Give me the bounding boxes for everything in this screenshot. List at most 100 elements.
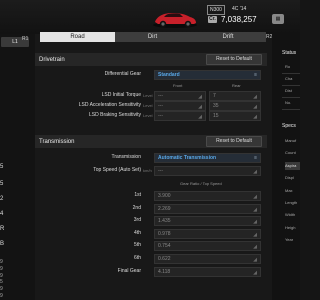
divider — [282, 85, 300, 86]
gear-ratio-slider[interactable]: 3.900 ◢ — [154, 191, 261, 201]
lsd-rear-slider[interactable]: 7 ◢ — [209, 91, 261, 101]
credits-balance: 7,038,257 — [221, 15, 257, 24]
top-speed-value: --- — [158, 168, 163, 174]
slider-icon: ◢ — [253, 94, 257, 100]
gear-ratio-slider[interactable]: 2.269 ◢ — [154, 203, 261, 214]
spec-item[interactable]: Width — [285, 211, 300, 219]
drivetrain-reset-button[interactable]: Reset to Default — [206, 54, 262, 65]
gear-ratio-slider-value: 2.269 — [158, 205, 171, 212]
spec-item[interactable]: Max — [285, 187, 300, 195]
transmission-value: Automatic Transmission — [158, 155, 217, 161]
lsd-front-slider[interactable]: --- ◢ — [154, 111, 206, 121]
spec-item[interactable]: Heigh — [285, 224, 300, 232]
left-value: 4 — [0, 211, 4, 217]
divider — [282, 97, 300, 98]
left-value: 5 — [0, 181, 4, 187]
left-value: 5 — [0, 164, 4, 170]
status-item[interactable]: No. — [285, 99, 300, 107]
slider-icon: ◢ — [253, 270, 257, 276]
differential-gear-select[interactable]: Standard ≡ — [154, 70, 261, 80]
gear-ratio-slider-value: 0.622 — [158, 255, 171, 262]
final-gear-value: 4.118 — [158, 269, 171, 275]
spec-item[interactable]: Manuf — [285, 137, 300, 145]
car-thumbnail — [150, 4, 200, 30]
transmission-label: Transmission — [111, 154, 141, 160]
gear-ratio-slider[interactable]: 0.622 ◢ — [154, 253, 261, 264]
r1-shoulder-icon[interactable]: R1 — [22, 36, 28, 42]
slider-icon: ◢ — [198, 114, 202, 120]
final-gear-slider[interactable]: 4.118 ◢ — [154, 267, 261, 277]
lsd-row-label: LSD Initial Torque — [101, 92, 141, 98]
menu-icon: ≡ — [254, 72, 257, 78]
tab-drift[interactable]: Drift — [190, 32, 266, 42]
top-speed-unit: km/h — [143, 168, 152, 173]
lsd-rear-slider-value: 15 — [213, 113, 219, 119]
status-item[interactable]: Ro — [285, 63, 300, 71]
gear-ratio-slider-value: 1.435 — [158, 218, 171, 224]
left-value: R — [0, 226, 5, 232]
slider-icon: ◢ — [198, 94, 202, 100]
spec-item[interactable]: Year — [285, 236, 300, 244]
lsd-rear-slider[interactable]: 15 ◢ — [209, 111, 261, 121]
specs-title: Specs — [282, 123, 296, 129]
slider-icon: ◢ — [253, 244, 257, 250]
gear-ratio-slider[interactable]: 1.435 ◢ — [154, 216, 261, 226]
lsd-rear-slider-value: 7 — [213, 93, 216, 99]
car-model-name: 4C '14 — [232, 6, 247, 12]
spec-item[interactable]: Aspira — [285, 161, 300, 170]
gear-ratio-slider-value: 0.754 — [158, 243, 171, 249]
lsd-front-slider[interactable]: --- ◢ — [154, 91, 206, 101]
slider-icon: ◢ — [253, 256, 257, 263]
gear-label: 4th — [134, 229, 141, 236]
gear-ratio-slider-value: 3.900 — [158, 193, 171, 199]
rear-column-header: Rear — [232, 83, 241, 88]
gear-ratio-slider[interactable]: 0.754 ◢ — [154, 241, 261, 251]
tab-dirt[interactable]: Dirt — [115, 32, 190, 42]
status-item[interactable]: Cha — [285, 75, 300, 83]
gear-ratio-header: Gear Ratio / Top Speed — [180, 181, 222, 186]
slider-icon: ◢ — [253, 169, 257, 175]
left-value: 2 — [0, 196, 4, 202]
status-title: Status — [282, 50, 297, 56]
gear-label: 6th — [134, 254, 141, 261]
lsd-front-slider[interactable]: --- ◢ — [154, 101, 206, 111]
slider-icon: ◢ — [253, 231, 257, 238]
lsd-rear-slider-value: 35 — [213, 103, 219, 109]
spec-item[interactable]: Count — [285, 149, 300, 157]
divider — [282, 109, 300, 110]
lsd-level-unit: Level — [143, 103, 153, 108]
transmission-select[interactable]: Automatic Transmission ≡ — [154, 153, 261, 163]
transmission-title: Transmission — [39, 139, 75, 145]
slider-icon: ◢ — [198, 104, 202, 110]
lsd-rear-slider[interactable]: 35 ◢ — [209, 101, 261, 111]
spec-item[interactable]: Displ — [285, 174, 300, 182]
status-item[interactable]: Dist — [285, 87, 300, 95]
tab-road[interactable]: Road — [40, 32, 115, 42]
slider-icon: ◢ — [253, 194, 257, 200]
left-value: 9 — [0, 293, 3, 299]
gear-label: 5th — [134, 242, 141, 248]
divider — [282, 73, 300, 74]
front-column-header: Front — [173, 83, 183, 88]
credits-icon: Cr. — [208, 16, 217, 23]
top-speed-slider[interactable]: --- ◢ — [154, 166, 261, 176]
gear-label: 1st — [134, 192, 141, 198]
gear-ratio-slider[interactable]: 0.978 ◢ — [154, 228, 261, 239]
slider-icon: ◢ — [253, 206, 257, 213]
spec-item[interactable]: Length — [285, 199, 300, 207]
car-image-icon — [153, 13, 197, 28]
lsd-front-slider-value: --- — [158, 113, 163, 119]
final-gear-label: Final Gear — [117, 268, 141, 274]
lsd-level-unit: Level — [143, 113, 153, 118]
transmission-reset-button[interactable]: Reset to Default — [206, 136, 262, 147]
gear-label: 3rd — [133, 217, 141, 223]
lsd-row-label: LSD Acceleration Sensitivity — [78, 102, 141, 108]
menu-icon: ≡ — [254, 155, 257, 161]
lsd-row-label: LSD Braking Sensitivity — [89, 112, 141, 118]
mileage-icon: ▦ — [272, 14, 284, 24]
gear-label: 2nd — [132, 204, 141, 211]
slider-icon: ◢ — [253, 104, 257, 110]
gear-ratio-slider-value: 0.978 — [158, 230, 171, 237]
differential-gear-label: Differential Gear — [104, 71, 141, 77]
top-speed-label: Top Speed (Auto Set) — [93, 167, 141, 173]
